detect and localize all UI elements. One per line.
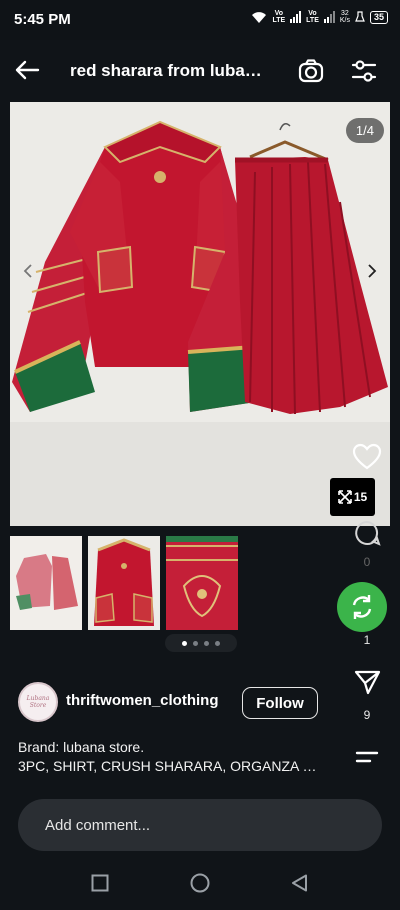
- page-dot-4: [215, 640, 220, 646]
- avatar-logo-text: Lubana Store: [26, 695, 50, 709]
- image-counter: 1/4: [345, 118, 384, 143]
- comment-bubble-icon: [355, 520, 381, 546]
- signal-icon-1: [290, 11, 302, 23]
- status-time: 5:45 PM: [14, 11, 71, 28]
- thumbnail-3[interactable]: [166, 536, 238, 630]
- status-icons: Vo LTE Vo LTE 32 K/s 35: [251, 10, 388, 24]
- prev-image-button[interactable]: [16, 256, 40, 286]
- chevron-right-icon: [368, 264, 377, 278]
- product-photo: [10, 102, 390, 526]
- comments-count: 0: [363, 555, 371, 569]
- expand-count: 15: [353, 490, 368, 504]
- more-button[interactable]: [350, 740, 384, 774]
- expand-arrows-icon: [338, 490, 352, 504]
- square-icon: [91, 874, 109, 892]
- refresh-arrows-icon: [352, 595, 372, 619]
- account-username[interactable]: thriftwomen_clothing: [66, 692, 219, 709]
- expand-button[interactable]: 15: [330, 478, 375, 516]
- home-button[interactable]: [189, 872, 211, 894]
- page-title: red sharara from luba…: [70, 61, 262, 80]
- network-label-1: Vo LTE: [272, 10, 286, 24]
- send-button[interactable]: [350, 665, 384, 699]
- visual-search-button[interactable]: [294, 54, 328, 88]
- heart-icon: [352, 443, 382, 470]
- back-nav-button[interactable]: [290, 873, 310, 893]
- page-dot-1: [182, 640, 187, 646]
- recent-apps-button[interactable]: [90, 873, 110, 893]
- follow-button[interactable]: Follow: [242, 687, 318, 719]
- share-count: 1: [363, 633, 371, 647]
- send-count: 9: [363, 708, 371, 722]
- page-dot-2: [193, 640, 198, 646]
- alarm-icon: [355, 11, 365, 22]
- thumbnail-2[interactable]: [88, 536, 160, 630]
- avatar[interactable]: Lubana Store: [18, 682, 58, 722]
- triangle-back-icon: [292, 874, 307, 892]
- battery-indicator: 35: [369, 10, 388, 24]
- main-product-image[interactable]: [10, 102, 390, 526]
- gallery-page-indicator: [165, 634, 237, 652]
- comments-button[interactable]: [350, 516, 384, 550]
- arrow-left-icon: [15, 60, 40, 80]
- filter-button[interactable]: [347, 54, 381, 88]
- description-line-2[interactable]: 3PC, SHIRT, CRUSH SHARARA, ORGANZA …: [18, 758, 348, 774]
- lens-camera-icon: [298, 59, 324, 83]
- thumbnail-image-1: [10, 536, 82, 630]
- back-button[interactable]: [10, 52, 44, 88]
- circle-icon: [190, 873, 210, 893]
- network-speed: 32 K/s: [339, 10, 350, 24]
- description-line-1: Brand: lubana store.: [18, 739, 145, 755]
- sliders-icon: [351, 60, 377, 82]
- like-button[interactable]: [350, 440, 384, 474]
- comment-placeholder: Add comment...: [45, 817, 151, 834]
- page-dot-3: [204, 640, 209, 646]
- thumbnail-image-3: [166, 536, 238, 630]
- network-label-2: Vo LTE: [306, 10, 319, 24]
- next-image-button[interactable]: [360, 256, 384, 286]
- send-icon: [354, 670, 381, 695]
- thumbnail-image-2: [88, 536, 160, 630]
- chevron-left-icon: [23, 264, 32, 278]
- share-button[interactable]: [337, 582, 387, 632]
- signal-icon-2: [323, 11, 335, 23]
- wifi-icon: [252, 11, 267, 23]
- thumbnail-1[interactable]: [10, 536, 82, 630]
- menu-lines-icon: [355, 751, 379, 763]
